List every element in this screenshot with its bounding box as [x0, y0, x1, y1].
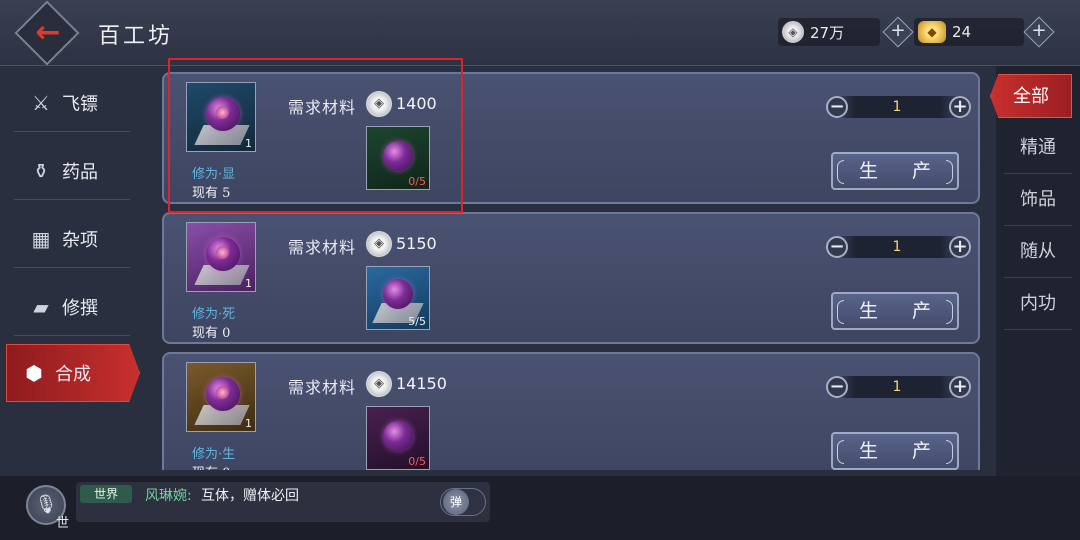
tab-accessory[interactable]: 饰品: [1004, 174, 1072, 226]
material-slot[interactable]: 0/5: [366, 406, 430, 470]
orb-core-icon: [216, 246, 229, 259]
silver-value: 27万: [810, 23, 845, 42]
recipe-card: 1 修为·死 现有 0 需求材料 ◈ 5150 5/5 − 1 + 生 产: [162, 212, 980, 344]
recipe-card: 1 修为·生 现有 0 需求材料 ◈ 14150 0/5 − 1 + 生 产: [162, 352, 980, 470]
sidebar-item-darts[interactable]: ⚔ 飞镖: [14, 74, 130, 132]
chat-channel-badge: 世界: [80, 485, 132, 503]
tab-follower[interactable]: 随从: [1004, 226, 1072, 278]
realm-label: 修为·死: [192, 307, 236, 322]
silver-coin-icon: ◈: [366, 371, 392, 397]
sidebar-item-label: 杂项: [62, 229, 98, 251]
potion-icon: ⚱: [32, 158, 50, 183]
produce-button[interactable]: 生 产: [831, 292, 959, 330]
realm-label: 修为·生: [192, 447, 236, 462]
product-item-slot[interactable]: 1: [186, 222, 256, 292]
material-count: 5/5: [408, 315, 426, 328]
plus-icon[interactable]: +: [887, 20, 909, 42]
selection-highlight-box: [168, 58, 463, 213]
decrease-quantity-button[interactable]: −: [826, 376, 848, 398]
misc-icon: ▦: [31, 226, 51, 251]
tab-inner-skill[interactable]: 内功: [1004, 278, 1072, 330]
produce-button[interactable]: 生 产: [831, 152, 959, 190]
silver-cost: 5150: [396, 234, 437, 253]
tab-mastery[interactable]: 精通: [1004, 122, 1072, 174]
microphone-icon: 🎙: [34, 494, 58, 515]
silver-cost: 14150: [396, 374, 447, 393]
increase-quantity-button[interactable]: +: [949, 236, 971, 258]
synthesis-icon: ⬢: [25, 361, 43, 385]
chat-sender-name[interactable]: 风琳婉:: [145, 485, 192, 505]
dart-icon: ⚔: [32, 90, 50, 115]
increase-quantity-button[interactable]: +: [949, 96, 971, 118]
plus-icon[interactable]: +: [1028, 20, 1050, 42]
item-count: 1: [245, 417, 252, 430]
item-count: 1: [245, 277, 252, 290]
category-sidebar: ⚔ 飞镖 ⚱ 药品 ▦ 杂项 ▰ 修撰 ⬢ 合成: [0, 66, 150, 476]
produce-button[interactable]: 生 产: [831, 432, 959, 470]
silver-coin-icon: ◈: [782, 21, 804, 43]
increase-quantity-button[interactable]: +: [949, 376, 971, 398]
voice-channel-label: 世: [56, 516, 70, 531]
sidebar-item-compose[interactable]: ▰ 修撰: [14, 278, 130, 336]
sidebar-item-label: 药品: [62, 161, 98, 183]
silver-currency: ◈ 27万: [778, 18, 880, 46]
back-arrow-icon[interactable]: ←: [30, 14, 66, 52]
quantity-value: 1: [892, 239, 902, 255]
danmu-toggle-knob[interactable]: 弹: [443, 489, 469, 515]
decrease-quantity-button[interactable]: −: [826, 96, 848, 118]
gold-currency: ◆ 24: [914, 18, 1024, 46]
decrease-quantity-button[interactable]: −: [826, 236, 848, 258]
sidebar-item-synthesis[interactable]: ⬢ 合成: [6, 344, 140, 402]
page-title: 百工坊: [98, 24, 174, 49]
sidebar-item-label: 飞镖: [62, 93, 98, 115]
material-count: 0/5: [408, 455, 426, 468]
sidebar-item-label: 合成: [55, 364, 91, 385]
silver-coin-icon: ◈: [366, 231, 392, 257]
orb-material-icon: [383, 421, 413, 451]
owned-count: 现有 0: [192, 326, 231, 341]
product-item-slot[interactable]: 1: [186, 362, 256, 432]
sidebar-item-potions[interactable]: ⚱ 药品: [14, 142, 130, 200]
filter-tabs: 全部 精通 饰品 随从 内功: [990, 66, 1080, 476]
book-icon: ▰: [33, 294, 49, 319]
owned-count: 现有 0: [192, 462, 230, 470]
material-slot[interactable]: 5/5: [366, 266, 430, 330]
required-materials-label: 需求材料: [288, 378, 357, 397]
sidebar-item-label: 修撰: [62, 297, 98, 319]
orb-material-icon: [383, 279, 413, 309]
sidebar-item-misc[interactable]: ▦ 杂项: [14, 210, 130, 268]
tab-all[interactable]: 全部: [990, 74, 1072, 118]
required-materials-label: 需求材料: [288, 238, 357, 257]
quantity-value: 1: [892, 99, 902, 115]
gold-ingot-icon: ◆: [918, 21, 946, 43]
quantity-value: 1: [892, 379, 902, 395]
gold-value: 24: [952, 23, 972, 41]
chat-message-text: 互体，赠体必回: [201, 488, 299, 504]
orb-core-icon: [216, 386, 229, 399]
